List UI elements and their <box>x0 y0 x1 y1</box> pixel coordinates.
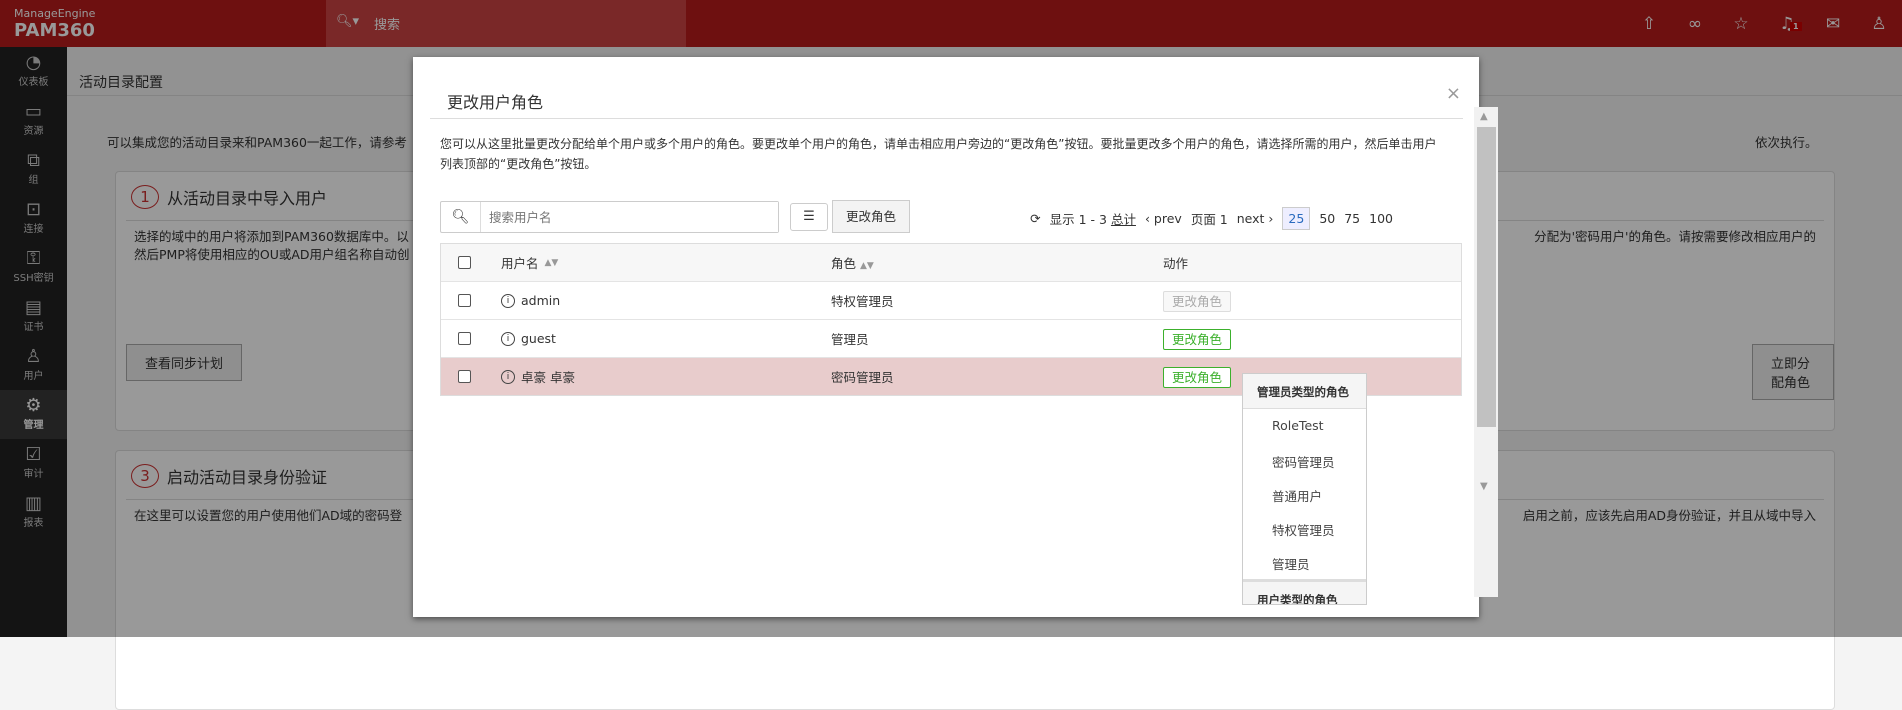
info-icon[interactable]: i <box>501 331 515 346</box>
select-all-checkbox[interactable] <box>458 256 471 269</box>
page-size-25[interactable]: 25 <box>1282 207 1311 230</box>
scrollbar-thumb[interactable] <box>1477 127 1496 427</box>
dropdown-item[interactable]: 管理员 <box>1243 545 1366 579</box>
table-row: i admin 特权管理员 更改角色 <box>441 281 1461 319</box>
role: 密码管理员 <box>831 370 894 385</box>
column-role[interactable]: 角色 <box>831 256 856 271</box>
sort-icon[interactable]: ▲▼ <box>545 258 559 268</box>
page-size-50[interactable]: 50 <box>1319 211 1335 226</box>
change-role-button[interactable]: 更改角色 <box>1163 367 1232 388</box>
list-view-button[interactable]: ☰ <box>790 203 828 231</box>
dropdown-group-user-roles: 用户类型的角色 <box>1243 579 1366 604</box>
change-role-button[interactable]: 更改角色 <box>1163 329 1232 350</box>
dropdown-item[interactable]: 密码管理员 <box>1243 443 1366 477</box>
page-size-100[interactable]: 100 <box>1369 211 1393 226</box>
role: 特权管理员 <box>831 294 894 309</box>
dropdown-group-admin-roles: 管理员类型的角色 <box>1243 374 1366 409</box>
info-icon[interactable]: i <box>501 369 515 384</box>
scroll-up-icon[interactable]: ▲ <box>1480 111 1488 122</box>
close-icon[interactable]: × <box>1446 83 1461 104</box>
sort-icon[interactable]: ▲▼ <box>860 261 874 271</box>
row-checkbox[interactable] <box>458 332 471 345</box>
row-checkbox[interactable] <box>458 370 471 383</box>
username: admin <box>521 293 561 308</box>
username: 卓豪 卓豪 <box>521 370 575 385</box>
table-header: 用户名 ▲▼ 角色 ▲▼ 动作 <box>441 244 1461 281</box>
refresh-icon[interactable]: ⟳ <box>1030 211 1040 226</box>
info-icon[interactable]: i <box>501 293 515 308</box>
dropdown-item[interactable]: 特权管理员 <box>1243 511 1366 545</box>
change-role-button[interactable]: 更改角色 <box>1163 291 1232 312</box>
next-page[interactable]: next › <box>1237 211 1274 226</box>
showing-range: 显示 1 - 3 <box>1049 212 1107 227</box>
user-search-input[interactable] <box>481 202 778 232</box>
row-checkbox[interactable] <box>458 294 471 307</box>
search-icon[interactable]: 🔍︎ <box>441 202 481 232</box>
username: guest <box>521 331 556 346</box>
bulk-change-role-button[interactable]: 更改角色 <box>832 200 910 233</box>
pagination: ⟳ 显示 1 - 3 总计 ‹ prev 页面 1 next › 25 50 7… <box>1030 207 1393 230</box>
dropdown-item[interactable]: 普通用户 <box>1243 477 1366 511</box>
column-username[interactable]: 用户名 <box>501 253 539 272</box>
page-size-75[interactable]: 75 <box>1344 211 1360 226</box>
scroll-down-icon[interactable]: ▼ <box>1480 481 1488 492</box>
dialog-title: 更改用户角色 <box>447 93 544 112</box>
role: 管理员 <box>831 332 869 347</box>
page-number: 页面 1 <box>1190 212 1228 227</box>
dialog-description: 您可以从这里批量更改分配给单个用户或多个用户的角色。要更改单个用户的角色，请单击… <box>440 137 1437 171</box>
role-dropdown-menu: 管理员类型的角色 RoleTest 密码管理员 普通用户 特权管理员 管理员 用户类型的角… <box>1242 373 1367 605</box>
user-search-box: 🔍︎ <box>440 201 779 233</box>
total-link[interactable]: 总计 <box>1111 212 1136 227</box>
dialog-scrollbar[interactable]: ▲ ▼ <box>1474 107 1498 597</box>
table-row: i guest 管理员 更改角色 <box>441 319 1461 357</box>
dropdown-item[interactable]: RoleTest <box>1243 409 1366 443</box>
list-icon: ☰ <box>803 209 815 224</box>
column-action: 动作 <box>1163 256 1189 271</box>
prev-page[interactable]: ‹ prev <box>1145 211 1182 226</box>
